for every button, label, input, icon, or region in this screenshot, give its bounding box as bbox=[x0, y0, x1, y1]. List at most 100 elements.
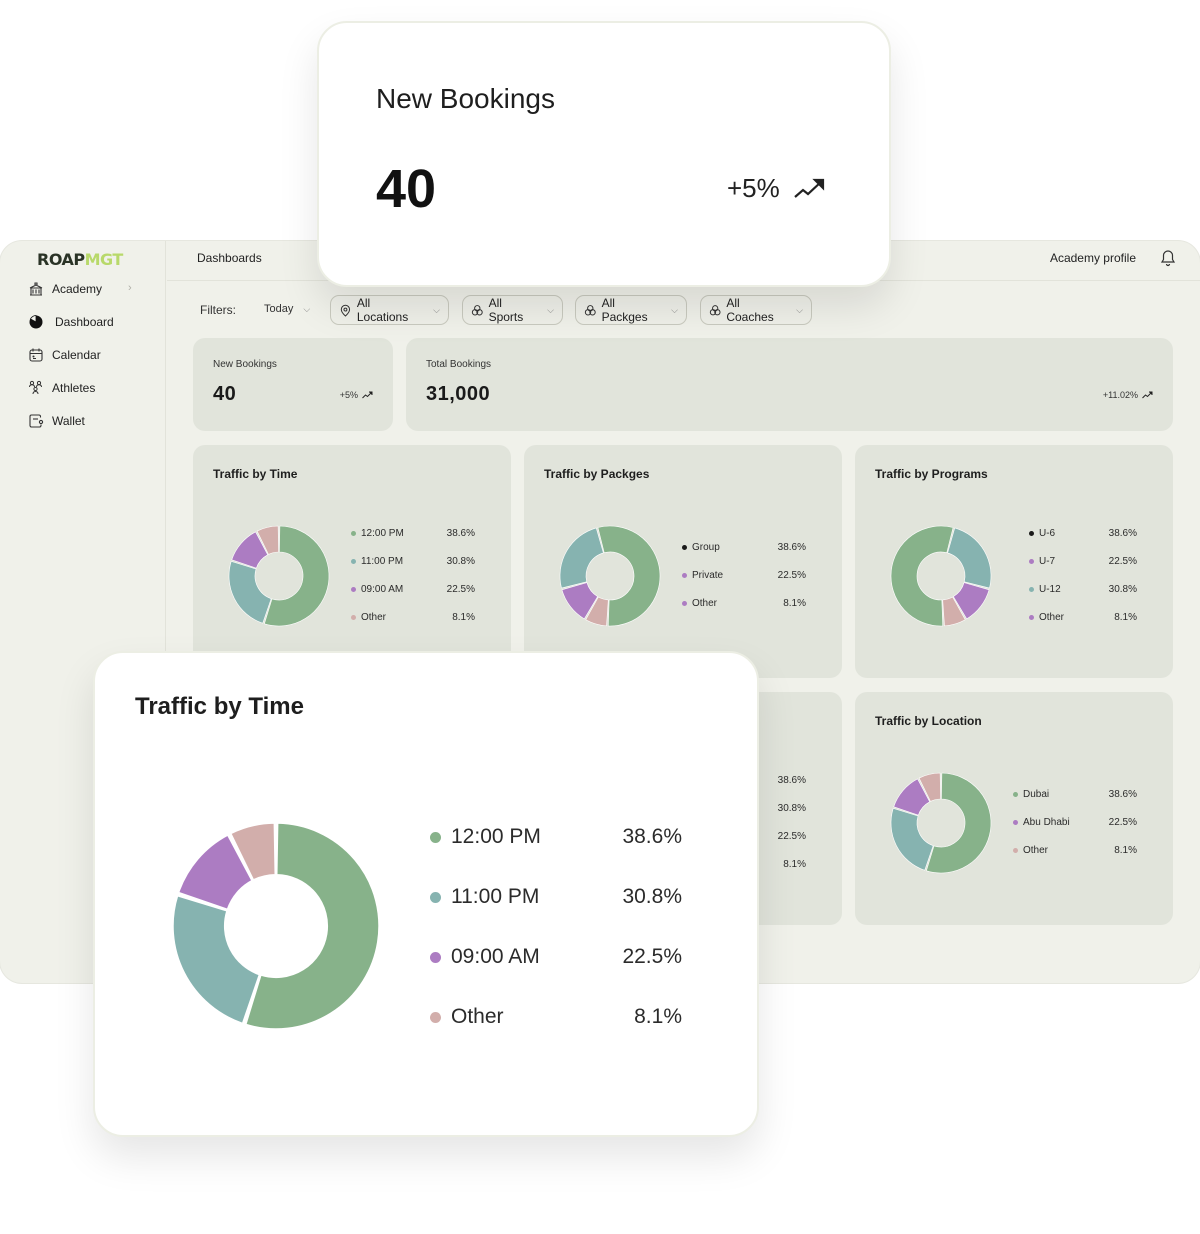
legend-item: Dubai 38.6% bbox=[1013, 780, 1137, 808]
chevron-right-icon[interactable]: › bbox=[128, 282, 132, 294]
trending-up-icon bbox=[1142, 391, 1153, 399]
highlight-change: +5% bbox=[727, 173, 826, 204]
coaches-filter-dropdown[interactable]: All Coaches ⌵ bbox=[700, 295, 812, 325]
legend-value: 8.1% bbox=[452, 611, 475, 623]
donut-slice-teal[interactable] bbox=[947, 527, 992, 589]
chart-legend: Dubai 38.6% Abu Dhabi 22.5% Other 8.1% bbox=[1013, 780, 1137, 864]
donut-chart bbox=[559, 525, 661, 627]
legend-value: 8.1% bbox=[783, 597, 806, 609]
breadcrumb[interactable]: Dashboards bbox=[197, 251, 262, 265]
chart-title: Traffic by Location bbox=[875, 714, 982, 728]
donut-slice-teal[interactable] bbox=[172, 895, 260, 1024]
sports-filter-dropdown[interactable]: All Sports ⌵ bbox=[462, 295, 563, 325]
sidebar-item-athletes[interactable]: Athletes bbox=[28, 378, 95, 398]
legend-item: Other 8.1% bbox=[1013, 836, 1137, 864]
legend-label: Other bbox=[1039, 611, 1065, 623]
legend-label: U-7 bbox=[1039, 555, 1056, 567]
legend-value: 22.5% bbox=[777, 830, 806, 842]
legend-value: 38.6% bbox=[777, 541, 806, 553]
donut-slice-teal[interactable] bbox=[890, 808, 934, 871]
legend-value: 22.5% bbox=[777, 569, 806, 581]
donut-slice-teal[interactable] bbox=[559, 527, 604, 589]
stat-label: New Bookings bbox=[213, 359, 277, 370]
sidebar-item-academy[interactable]: Academy bbox=[28, 279, 102, 299]
legend-value: 22.5% bbox=[622, 945, 682, 968]
stat-value: 40 bbox=[213, 383, 237, 405]
sidebar-item-dashboard[interactable]: Dashboard bbox=[28, 312, 114, 332]
wallet-icon bbox=[29, 414, 44, 428]
chevron-down-icon: ⌵ bbox=[433, 304, 440, 315]
stat-label: Total Bookings bbox=[426, 359, 492, 370]
sidebar-item-wallet[interactable]: Wallet bbox=[28, 411, 85, 431]
stat-change-value: +11.02% bbox=[1102, 390, 1138, 400]
legend-dot bbox=[430, 831, 441, 843]
bell-icon[interactable] bbox=[1160, 249, 1176, 267]
highlight-value: 40 bbox=[376, 159, 437, 219]
donut-slice-teal[interactable] bbox=[228, 561, 272, 624]
packages-filter-dropdown[interactable]: All Packges ⌵ bbox=[575, 295, 687, 325]
pie-chart-icon bbox=[29, 315, 43, 329]
location-filter-dropdown[interactable]: All Locations ⌵ bbox=[330, 295, 449, 325]
legend-dot bbox=[1029, 586, 1034, 592]
legend-value: 8.1% bbox=[1114, 844, 1137, 856]
legend-item: 12:00 PM 38.6% bbox=[351, 519, 475, 547]
filter-label: All Locations bbox=[356, 296, 409, 324]
legend-value: 30.8% bbox=[1108, 583, 1137, 595]
legend-label: 11:00 PM bbox=[451, 885, 540, 908]
legend-item: Group 38.6% bbox=[682, 533, 806, 561]
legend-item: Private 22.5% bbox=[682, 561, 806, 589]
traffic-by-packages-card: Traffic by Packges Group 38.6% Private 22.5%… bbox=[524, 445, 842, 678]
legend-value: 30.8% bbox=[622, 885, 682, 908]
packages-icon bbox=[584, 304, 596, 315]
logo[interactable]: ROAPMGT bbox=[37, 250, 123, 269]
date-filter-value: Today bbox=[264, 303, 294, 315]
sidebar-item-label: Athletes bbox=[52, 381, 96, 395]
legend-label: Abu Dhabi bbox=[1023, 816, 1070, 828]
stat-change: +5% bbox=[340, 390, 373, 400]
sports-icon bbox=[471, 304, 483, 315]
logo-text-accent: MGT bbox=[84, 250, 124, 269]
traffic-by-programs-card: Traffic by Programs U-6 38.6% U-7 22.5% U-12 3… bbox=[855, 445, 1173, 678]
legend-dot bbox=[1013, 819, 1018, 825]
legend-dot bbox=[682, 544, 687, 550]
legend-item: Abu Dhabi 22.5% bbox=[1013, 808, 1137, 836]
legend-item: U-6 38.6% bbox=[1029, 519, 1137, 547]
chevron-down-icon: ⌵ bbox=[303, 303, 311, 314]
sidebar-item-label: Academy bbox=[52, 282, 103, 296]
legend-dot bbox=[682, 600, 687, 606]
legend-item: 12:00 PM 38.6% bbox=[430, 807, 682, 867]
traffic-by-time-card: Traffic by Time 12:00 PM 38.6% 11:00 PM 30.8… bbox=[193, 445, 511, 678]
total-bookings-card: Total Bookings 31,000 +11.02% bbox=[406, 338, 1173, 431]
coaches-icon bbox=[709, 304, 721, 315]
legend-value: 22.5% bbox=[446, 583, 475, 595]
legend-item: 11:00 PM 30.8% bbox=[430, 867, 682, 927]
legend-item: 09:00 AM 22.5% bbox=[430, 927, 682, 987]
sidebar-item-label: Calendar bbox=[52, 348, 101, 362]
legend-dot bbox=[430, 1011, 441, 1023]
chevron-down-icon: ⌵ bbox=[671, 304, 678, 315]
new-bookings-card: New Bookings 40 +5% bbox=[193, 338, 393, 431]
stat-change: +11.02% bbox=[1103, 390, 1153, 400]
chart-legend: 12:00 PM 38.6% 11:00 PM 30.8% 09:00 AM 22.5% O… bbox=[351, 519, 475, 631]
legend-dot bbox=[351, 530, 356, 536]
logo-text-primary: ROAP bbox=[37, 250, 85, 269]
sidebar-item-calendar[interactable]: Calendar bbox=[28, 345, 101, 365]
filter-label: All Packges bbox=[601, 296, 648, 324]
filters-label: Filters: bbox=[200, 303, 236, 317]
filter-label: All Sports bbox=[488, 296, 524, 324]
academy-profile-link[interactable]: Academy profile bbox=[1050, 251, 1136, 265]
legend-item: Other 8.1% bbox=[1029, 603, 1137, 631]
legend-dot bbox=[1029, 558, 1034, 564]
legend-label: Dubai bbox=[1023, 788, 1050, 800]
chevron-down-icon: ⌵ bbox=[547, 304, 554, 315]
legend-label: Other bbox=[1023, 844, 1049, 856]
legend-value: 8.1% bbox=[1114, 611, 1137, 623]
legend-value: 38.6% bbox=[1108, 527, 1137, 539]
date-filter-dropdown[interactable]: Today ⌵ bbox=[264, 303, 310, 315]
chart-legend: 12:00 PM 38.6% 11:00 PM 30.8% 09:00 AM 22.5% O… bbox=[430, 807, 682, 1047]
highlight-label: New Bookings bbox=[376, 83, 555, 114]
legend-label: 12:00 PM bbox=[361, 527, 404, 539]
legend-label: 12:00 PM bbox=[451, 825, 541, 848]
legend-item: U-7 22.5% bbox=[1029, 547, 1137, 575]
trending-up-icon bbox=[794, 178, 824, 198]
